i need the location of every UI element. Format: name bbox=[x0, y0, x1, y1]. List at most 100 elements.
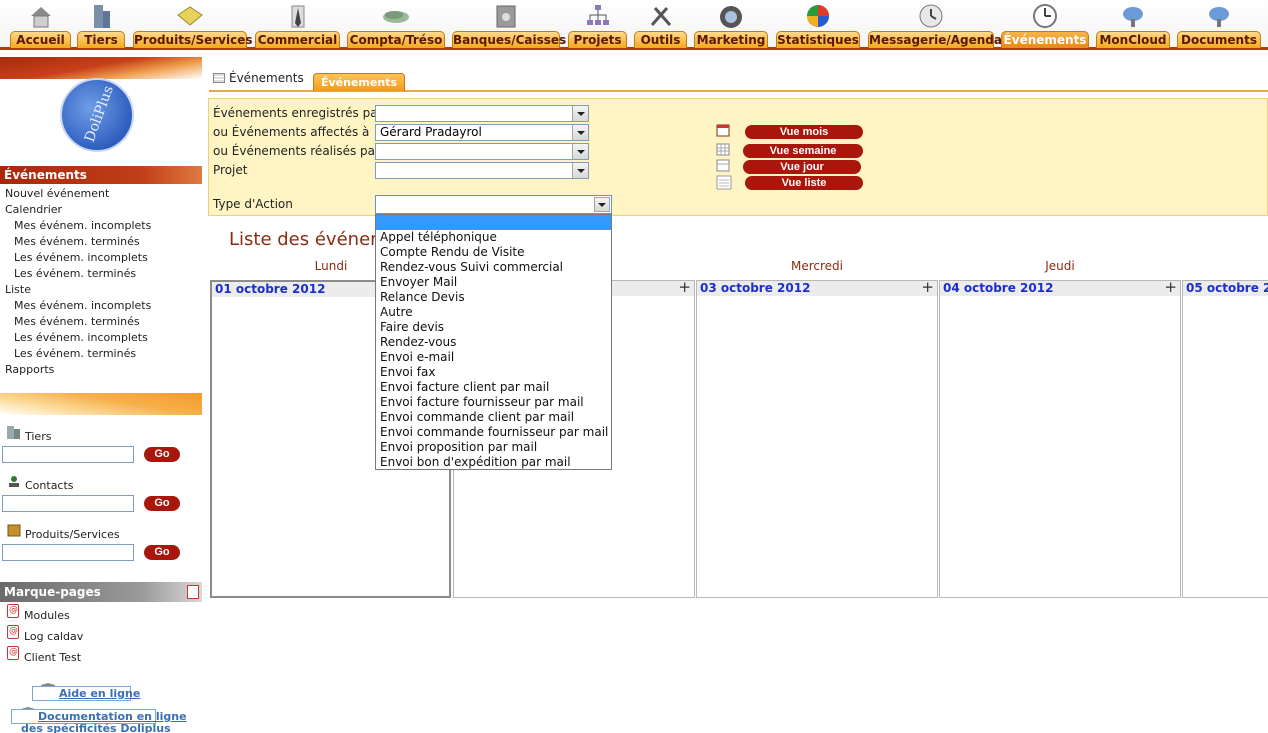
bookmark-client-test[interactable]: Client Test bbox=[24, 651, 81, 664]
tab-projets[interactable]: Projets bbox=[568, 0, 627, 48]
action-option[interactable]: Rendez-vous Suivi commercial bbox=[376, 260, 611, 275]
sidebar-link-cal-mes-incomplets[interactable]: Mes événem. incomplets bbox=[14, 219, 151, 232]
action-option[interactable]: Autre bbox=[376, 305, 611, 320]
add-event-icon[interactable]: + bbox=[1164, 278, 1177, 296]
chevron-down-icon[interactable] bbox=[572, 125, 588, 140]
action-type-dropdown[interactable]: Appel téléphonique Compte Rendu de Visit… bbox=[375, 214, 612, 470]
tab-moncloud[interactable]: MonCloud bbox=[1096, 0, 1170, 48]
action-option[interactable]: Faire devis bbox=[376, 320, 611, 335]
filter-project-label: Projet bbox=[213, 163, 248, 177]
tab-evenements[interactable]: Événements bbox=[1001, 0, 1089, 48]
add-event-icon[interactable]: + bbox=[678, 278, 691, 296]
package-icon bbox=[7, 524, 21, 537]
day-date[interactable]: 03 octobre 2012 bbox=[700, 281, 810, 295]
help-online-link[interactable]: Aide en ligne bbox=[32, 686, 140, 701]
tab-tiers[interactable]: Tiers bbox=[77, 0, 125, 48]
tab-statistiques[interactable]: Statistiques bbox=[776, 0, 860, 48]
logo: DoliPlus bbox=[60, 78, 134, 152]
action-option[interactable]: Relance Devis bbox=[376, 290, 611, 305]
day-name-jeudi: Jeudi bbox=[1045, 259, 1075, 273]
tab-label: Statistiques bbox=[776, 31, 860, 48]
chevron-down-icon[interactable] bbox=[572, 144, 588, 159]
sidebar-link-liste[interactable]: Liste bbox=[5, 283, 31, 296]
tab-commercial[interactable]: Commercial bbox=[255, 0, 340, 48]
action-option[interactable]: Envoyer Mail bbox=[376, 275, 611, 290]
view-list-button[interactable]: Vue liste bbox=[745, 176, 863, 190]
day-date[interactable]: 04 octobre 2012 bbox=[943, 281, 1053, 295]
bookmark-log-caldav[interactable]: Log caldav bbox=[24, 630, 83, 643]
search-contacts-input[interactable] bbox=[2, 495, 134, 512]
tab-messagerie-agenda[interactable]: Messagerie/Agenda bbox=[868, 0, 1002, 48]
sidebar-link-list-mes-incomplets[interactable]: Mes événem. incomplets bbox=[14, 299, 151, 312]
add-bookmark-icon[interactable] bbox=[187, 585, 199, 599]
org-chart-icon bbox=[586, 5, 609, 25]
action-option[interactable]: Envoi commande fournisseur par mail bbox=[376, 425, 611, 440]
calendar-day-icon bbox=[716, 159, 730, 172]
tab-label: Banques/Caisses bbox=[452, 31, 567, 48]
action-option[interactable]: Compte Rendu de Visite bbox=[376, 245, 611, 260]
day-date[interactable]: 05 octobre 2012 bbox=[1186, 281, 1268, 295]
search-tiers-input[interactable] bbox=[2, 446, 134, 463]
page-title: Événements bbox=[229, 71, 304, 85]
action-option[interactable]: Envoi facture fournisseur par mail bbox=[376, 395, 611, 410]
action-option[interactable]: Envoi proposition par mail bbox=[376, 440, 611, 455]
documentation-sublabel[interactable]: des spécificités Doliplus bbox=[21, 722, 171, 733]
chevron-down-icon[interactable] bbox=[572, 106, 588, 121]
mail-clock-icon bbox=[919, 4, 943, 28]
filter-assigned-to-value: Gérard Pradayrol bbox=[380, 125, 482, 139]
tab-compta-treso[interactable]: Compta/Tréso bbox=[347, 0, 445, 48]
add-event-icon[interactable]: + bbox=[921, 278, 934, 296]
tab-evenements-sub[interactable]: Événements bbox=[313, 73, 405, 91]
tab-banques-caisses[interactable]: Banques/Caisses bbox=[452, 0, 567, 48]
action-option[interactable]: Envoi bon d'expédition par mail bbox=[376, 455, 611, 470]
tab-accueil[interactable]: Accueil bbox=[10, 0, 71, 48]
filter-done-by-select[interactable] bbox=[375, 143, 589, 160]
search-produits-go-button[interactable]: Go bbox=[144, 545, 180, 560]
day-cell-friday[interactable]: 05 octobre 2012 bbox=[1182, 280, 1268, 598]
action-option[interactable] bbox=[376, 215, 611, 230]
sidebar-link-cal-les-termines[interactable]: Les événem. terminés bbox=[14, 267, 136, 280]
view-day-button[interactable]: Vue jour bbox=[743, 160, 861, 174]
house-icon bbox=[30, 7, 51, 28]
chevron-down-icon[interactable] bbox=[572, 163, 588, 178]
filter-recorded-by-select[interactable] bbox=[375, 105, 589, 122]
day-cell-thursday[interactable]: 04 octobre 2012 + bbox=[939, 278, 1181, 598]
top-menu: Accueil Tiers Produits/Services Commerci… bbox=[0, 0, 1268, 50]
filter-assigned-to-select[interactable]: Gérard Pradayrol bbox=[375, 124, 589, 141]
tab-label: Commercial bbox=[255, 31, 340, 48]
filter-project-select[interactable] bbox=[375, 162, 589, 179]
action-option[interactable]: Rendez-vous bbox=[376, 335, 611, 350]
sidebar-link-cal-mes-termines[interactable]: Mes événem. terminés bbox=[14, 235, 140, 248]
bookmarks-title: Marque-pages bbox=[4, 585, 101, 599]
sidebar-link-list-les-incomplets[interactable]: Les événem. incomplets bbox=[14, 331, 148, 344]
sidebar-link-rapports[interactable]: Rapports bbox=[5, 363, 54, 376]
tab-outils[interactable]: Outils bbox=[634, 0, 687, 48]
tab-documents[interactable]: Documents bbox=[1177, 0, 1261, 48]
clock-icon bbox=[1033, 4, 1057, 28]
tab-produits-services[interactable]: Produits/Services bbox=[133, 0, 253, 48]
chevron-down-icon[interactable] bbox=[594, 197, 610, 212]
view-week-button[interactable]: Vue semaine bbox=[743, 144, 863, 158]
day-date[interactable]: 01 octobre 2012 bbox=[215, 282, 325, 296]
sidebar-link-nouvel-evenement[interactable]: Nouvel événement bbox=[5, 187, 109, 200]
action-option[interactable]: Envoi facture client par mail bbox=[376, 380, 611, 395]
action-option[interactable]: Envoi fax bbox=[376, 365, 611, 380]
action-option[interactable]: Appel téléphonique bbox=[376, 230, 611, 245]
filter-recorded-by-label: Événements enregistrés par bbox=[213, 106, 383, 120]
tab-marketing[interactable]: Marketing bbox=[694, 0, 768, 48]
action-option[interactable]: Envoi e-mail bbox=[376, 350, 611, 365]
action-option[interactable]: Envoi commande client par mail bbox=[376, 410, 611, 425]
day-cell-wednesday[interactable]: 03 octobre 2012 + bbox=[696, 278, 938, 598]
sidebar-link-list-les-termines[interactable]: Les événem. terminés bbox=[14, 347, 136, 360]
bookmark-modules[interactable]: Modules bbox=[24, 609, 70, 622]
sidebar-link-cal-les-incomplets[interactable]: Les événem. incomplets bbox=[14, 251, 148, 264]
action-type-select[interactable] bbox=[375, 195, 612, 214]
list-view-icon bbox=[716, 175, 732, 190]
search-contacts-go-button[interactable]: Go bbox=[144, 496, 180, 511]
sidebar-link-calendrier[interactable]: Calendrier bbox=[5, 203, 62, 216]
search-produits-input[interactable] bbox=[2, 544, 134, 561]
search-tiers-go-button[interactable]: Go bbox=[144, 447, 180, 462]
sidebar-link-list-mes-termines[interactable]: Mes événem. terminés bbox=[14, 315, 140, 328]
view-month-button[interactable]: Vue mois bbox=[745, 125, 863, 139]
filter-action-type-label: Type d'Action bbox=[213, 197, 293, 211]
